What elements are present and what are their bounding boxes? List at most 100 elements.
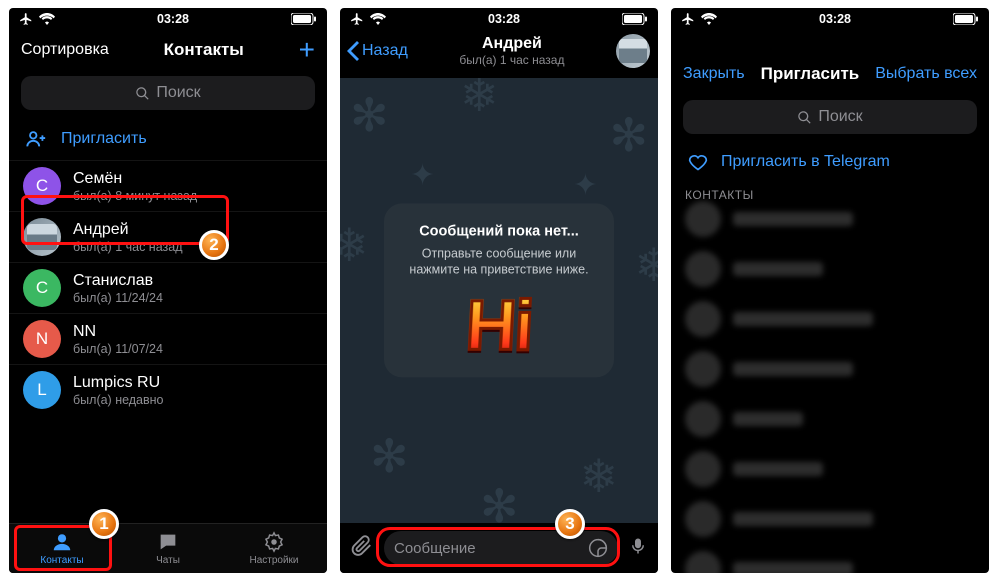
attach-button[interactable] <box>348 535 376 562</box>
airplane-mode-icon <box>350 12 364 26</box>
header: Сортировка Контакты + <box>9 28 327 72</box>
search-placeholder: Поиск <box>818 108 862 126</box>
back-button[interactable]: Назад <box>346 41 408 61</box>
airplane-mode-icon <box>681 12 695 26</box>
back-label: Назад <box>362 42 408 60</box>
bubble-title: Сообщений пока нет... <box>398 223 600 239</box>
step-marker-3: 3 <box>555 509 585 539</box>
header-title: Контакты <box>164 40 244 60</box>
tab-label: Чаты <box>156 555 180 566</box>
battery-icon <box>622 13 648 25</box>
list-item[interactable] <box>671 344 989 394</box>
invite-header: Закрыть Пригласить Выбрать всех <box>671 52 989 96</box>
avatar <box>23 218 61 256</box>
select-all-button[interactable]: Выбрать всех <box>875 65 977 83</box>
microphone-icon <box>629 535 647 557</box>
message-input[interactable]: Сообщение <box>384 531 618 565</box>
contact-status: был(а) 11/07/24 <box>73 342 163 356</box>
contact-list: С Семён был(а) 8 минут назад Андрей был(… <box>9 160 327 415</box>
empty-chat-bubble[interactable]: Сообщений пока нет... Отправьте сообщени… <box>384 203 614 377</box>
wifi-icon <box>701 13 717 25</box>
chat-header: Назад Андрей был(а) 1 час назад <box>340 28 658 74</box>
contact-name: Lumpics RU <box>73 374 164 392</box>
avatar: С <box>23 269 61 307</box>
invite-title: Пригласить <box>761 64 860 84</box>
paperclip-icon <box>351 535 373 557</box>
settings-tab-icon <box>262 531 286 553</box>
search-icon <box>797 110 812 125</box>
blurred-contacts-list <box>671 194 989 573</box>
heart-icon <box>687 152 709 172</box>
chat-background: ✻❄✻ ❄❄ ✻❄✻ ✦✦ Сообщений пока нет... Отпр… <box>340 78 658 523</box>
bubble-subtitle: Отправьте сообщение или нажмите на приве… <box>398 245 600 279</box>
chat-avatar[interactable] <box>616 34 650 68</box>
contact-name: Семён <box>73 170 197 188</box>
battery-icon <box>291 13 317 25</box>
status-bar: 03:28 <box>671 8 989 28</box>
status-bar: 03:28 <box>340 8 658 28</box>
search-icon <box>135 86 150 101</box>
contact-row[interactable]: С Станислав был(а) 11/24/24 <box>9 262 327 313</box>
tab-settings[interactable]: Настройки <box>221 524 327 573</box>
list-item[interactable] <box>671 444 989 494</box>
status-time: 03:28 <box>157 12 189 26</box>
greeting-sticker[interactable]: Hi <box>464 293 533 360</box>
tab-label: Настройки <box>249 555 298 566</box>
screen-contacts: 03:28 Сортировка Контакты + Поиск Пригла… <box>9 8 327 573</box>
message-placeholder: Сообщение <box>394 540 476 557</box>
avatar: L <box>23 371 61 409</box>
search-input[interactable]: Поиск <box>683 100 977 134</box>
chevron-left-icon <box>346 41 360 61</box>
invite-icon <box>25 128 47 150</box>
battery-icon <box>953 13 979 25</box>
contact-name: Станислав <box>73 272 163 290</box>
message-input-bar: Сообщение <box>340 523 658 573</box>
contact-row[interactable]: Андрей был(а) 1 час назад <box>9 211 327 262</box>
sort-button[interactable]: Сортировка <box>21 41 109 59</box>
list-item[interactable] <box>671 394 989 444</box>
list-item[interactable] <box>671 544 989 573</box>
chat-contact-name: Андрей <box>408 35 616 53</box>
add-contact-button[interactable]: + <box>299 36 315 64</box>
search-placeholder: Поиск <box>156 84 200 102</box>
contact-status: был(а) 1 час назад <box>73 240 183 254</box>
close-button[interactable]: Закрыть <box>683 65 745 83</box>
step-marker-1: 1 <box>89 509 119 539</box>
list-item[interactable] <box>671 294 989 344</box>
chat-contact-status: был(а) 1 час назад <box>408 53 616 67</box>
sticker-icon[interactable] <box>588 538 608 558</box>
avatar: С <box>23 167 61 205</box>
status-time: 03:28 <box>488 12 520 26</box>
contact-row[interactable]: С Семён был(а) 8 минут назад <box>9 160 327 211</box>
list-item[interactable] <box>671 194 989 244</box>
screen-invite: 03:28 Закрыть Пригласить Выбрать всех По… <box>671 8 989 573</box>
screen-chat: 03:28 Назад Андрей был(а) 1 час назад ✻❄… <box>340 8 658 573</box>
chats-tab-icon <box>156 531 180 553</box>
contact-status: был(а) недавно <box>73 393 164 407</box>
list-item[interactable] <box>671 494 989 544</box>
contact-name: Андрей <box>73 221 183 239</box>
status-time: 03:28 <box>819 12 851 26</box>
step-marker-2: 2 <box>199 230 229 260</box>
contact-status: был(а) 8 минут назад <box>73 189 197 203</box>
tab-label: Контакты <box>40 555 83 566</box>
contact-row[interactable]: N NN был(а) 11/07/24 <box>9 313 327 364</box>
tab-bar: Контакты Чаты Настройки <box>9 523 327 573</box>
wifi-icon <box>39 13 55 25</box>
invite-label: Пригласить <box>61 130 147 148</box>
contacts-tab-icon <box>50 531 74 553</box>
wifi-icon <box>370 13 386 25</box>
invite-telegram-row[interactable]: Пригласить в Telegram <box>671 142 989 182</box>
invite-row[interactable]: Пригласить <box>9 118 327 160</box>
contact-name: NN <box>73 323 163 341</box>
tab-chats[interactable]: Чаты <box>115 524 221 573</box>
status-bar: 03:28 <box>9 8 327 28</box>
avatar: N <box>23 320 61 358</box>
airplane-mode-icon <box>19 12 33 26</box>
invite-telegram-label: Пригласить в Telegram <box>721 153 890 171</box>
contact-row[interactable]: L Lumpics RU был(а) недавно <box>9 364 327 415</box>
list-item[interactable] <box>671 244 989 294</box>
voice-button[interactable] <box>626 535 650 562</box>
contact-status: был(а) 11/24/24 <box>73 291 163 305</box>
search-input[interactable]: Поиск <box>21 76 315 110</box>
